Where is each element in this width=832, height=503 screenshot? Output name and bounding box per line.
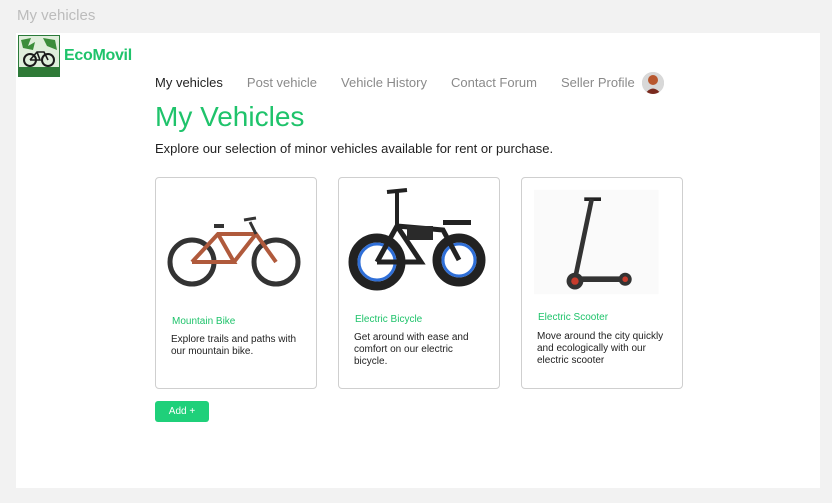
electric-bicycle-image — [348, 188, 486, 291]
bicycle-logo-icon — [18, 35, 60, 77]
vehicle-card-mountain-bike[interactable]: Mountain Bike Explore trails and paths w… — [155, 177, 317, 389]
page-subtitle: Explore our selection of minor vehicles … — [155, 141, 554, 156]
card-description: Get around with ease and comfort on our … — [354, 332, 469, 367]
page-container: EcoMovil My vehicles Post vehicle Vehicl… — [16, 33, 820, 488]
card-description: Explore trails and paths with our mounta… — [171, 334, 297, 357]
nav-item-contact-forum[interactable]: Contact Forum — [451, 75, 537, 90]
page-title: My Vehicles — [155, 101, 305, 132]
main-nav: My vehicles Post vehicle Vehicle History… — [155, 75, 659, 90]
nav-item-post-vehicle[interactable]: Post vehicle — [247, 75, 317, 90]
brand-logo[interactable]: EcoMovil — [18, 35, 132, 77]
user-avatar[interactable] — [642, 72, 664, 94]
add-vehicle-button[interactable]: Add + — [155, 401, 209, 422]
vehicle-card-electric-bicycle[interactable]: Electric Bicycle Get around with ease an… — [338, 177, 500, 389]
nav-item-my-vehicles[interactable]: My vehicles — [155, 75, 223, 90]
mountain-bike-image — [167, 216, 301, 287]
card-title: Mountain Bike — [172, 316, 236, 327]
vehicle-card-list: Mountain Bike Explore trails and paths w… — [155, 177, 704, 389]
brand-name: EcoMovil — [64, 47, 132, 64]
nav-item-vehicle-history[interactable]: Vehicle History — [341, 75, 427, 90]
card-description: Move around the city quickly and ecologi… — [537, 331, 664, 366]
window-title: My vehicles — [17, 7, 96, 24]
nav-item-seller-profile[interactable]: Seller Profile — [561, 75, 635, 90]
card-title: Electric Scooter — [538, 312, 609, 323]
electric-scooter-image — [534, 189, 659, 295]
card-title: Electric Bicycle — [355, 314, 423, 325]
vehicle-card-electric-scooter[interactable]: Electric Scooter Move around the city qu… — [521, 177, 683, 389]
